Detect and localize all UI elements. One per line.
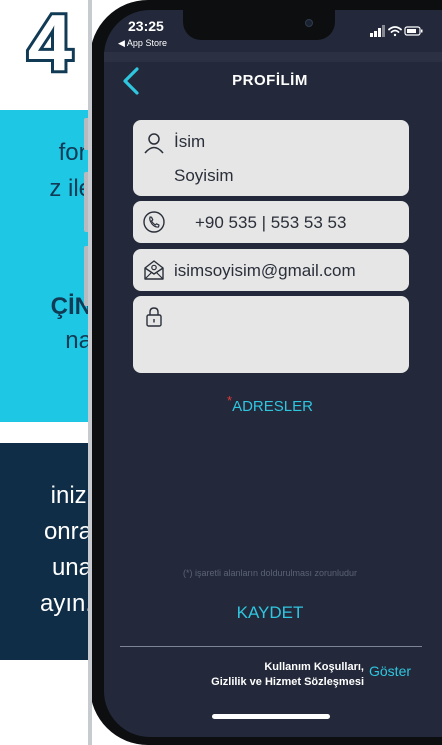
last-name-input[interactable]: Soyisim — [174, 166, 234, 186]
required-fields-note: (*) işaretli alanların doldurulması zoru… — [182, 568, 358, 578]
promo-navy-panel: inizi onra una ayın. — [0, 443, 100, 660]
first-name-input[interactable]: İsim — [174, 132, 205, 152]
show-terms-link[interactable]: Göster — [369, 663, 411, 679]
phone-rim — [88, 0, 92, 745]
promo-navy-line-3: una — [51, 554, 92, 581]
mail-icon — [144, 260, 164, 280]
required-mark: * — [227, 393, 233, 408]
page-title: PROFİLİM — [232, 72, 308, 89]
addresses-link[interactable]: *ADRESLER — [170, 393, 370, 415]
phone-icon — [143, 211, 165, 233]
password-field[interactable] — [133, 296, 409, 373]
phone-input[interactable]: +90 535 | 553 53 53 — [195, 213, 346, 233]
step-number: 4 — [28, 2, 73, 78]
promo-navy-line-4: ayın. — [39, 590, 92, 617]
status-icons — [370, 25, 423, 37]
footer-divider — [120, 646, 422, 647]
phone-field[interactable]: +90 535 | 553 53 53 — [133, 201, 409, 243]
lock-icon — [146, 307, 162, 327]
promo-line-5: na — [65, 327, 92, 354]
app-screenshot: 4 fon z ile ÇİN na inizi onra una ayın. … — [0, 0, 442, 745]
camera-dot — [305, 19, 313, 27]
promo-navy-line-1: inizi — [50, 482, 92, 509]
promo-line-2: z ile — [49, 175, 92, 202]
signal-icon — [370, 25, 385, 37]
home-indicator[interactable] — [212, 714, 330, 719]
header-bar — [104, 52, 442, 62]
status-time: 23:25 — [128, 18, 164, 34]
addresses-label: ADRESLER — [232, 398, 313, 415]
terms-line-2: Gizlilik ve Hizmet Sözleşmesi — [211, 676, 364, 688]
email-field[interactable]: isimsoyisim@gmail.com — [133, 249, 409, 291]
name-field[interactable]: İsim Soyisim — [133, 120, 409, 196]
save-button[interactable]: KAYDET — [195, 603, 345, 623]
promo-line-4: ÇİN — [50, 293, 92, 320]
promo-line-1: fon — [58, 139, 92, 166]
wifi-icon — [388, 26, 402, 37]
back-chevron-icon[interactable] — [120, 66, 142, 96]
user-icon — [144, 133, 164, 154]
terms-line-1: Kullanım Koşulları, — [264, 661, 364, 673]
email-input[interactable]: isimsoyisim@gmail.com — [174, 261, 356, 281]
battery-icon — [404, 26, 423, 36]
promo-navy-line-2: onra — [43, 518, 92, 545]
step-number-badge: 4 — [25, 2, 76, 78]
back-to-app-store[interactable]: ◀ App Store — [118, 38, 167, 49]
terms-text: Kullanım Koşulları, Gizlilik ve Hizmet S… — [160, 660, 364, 690]
